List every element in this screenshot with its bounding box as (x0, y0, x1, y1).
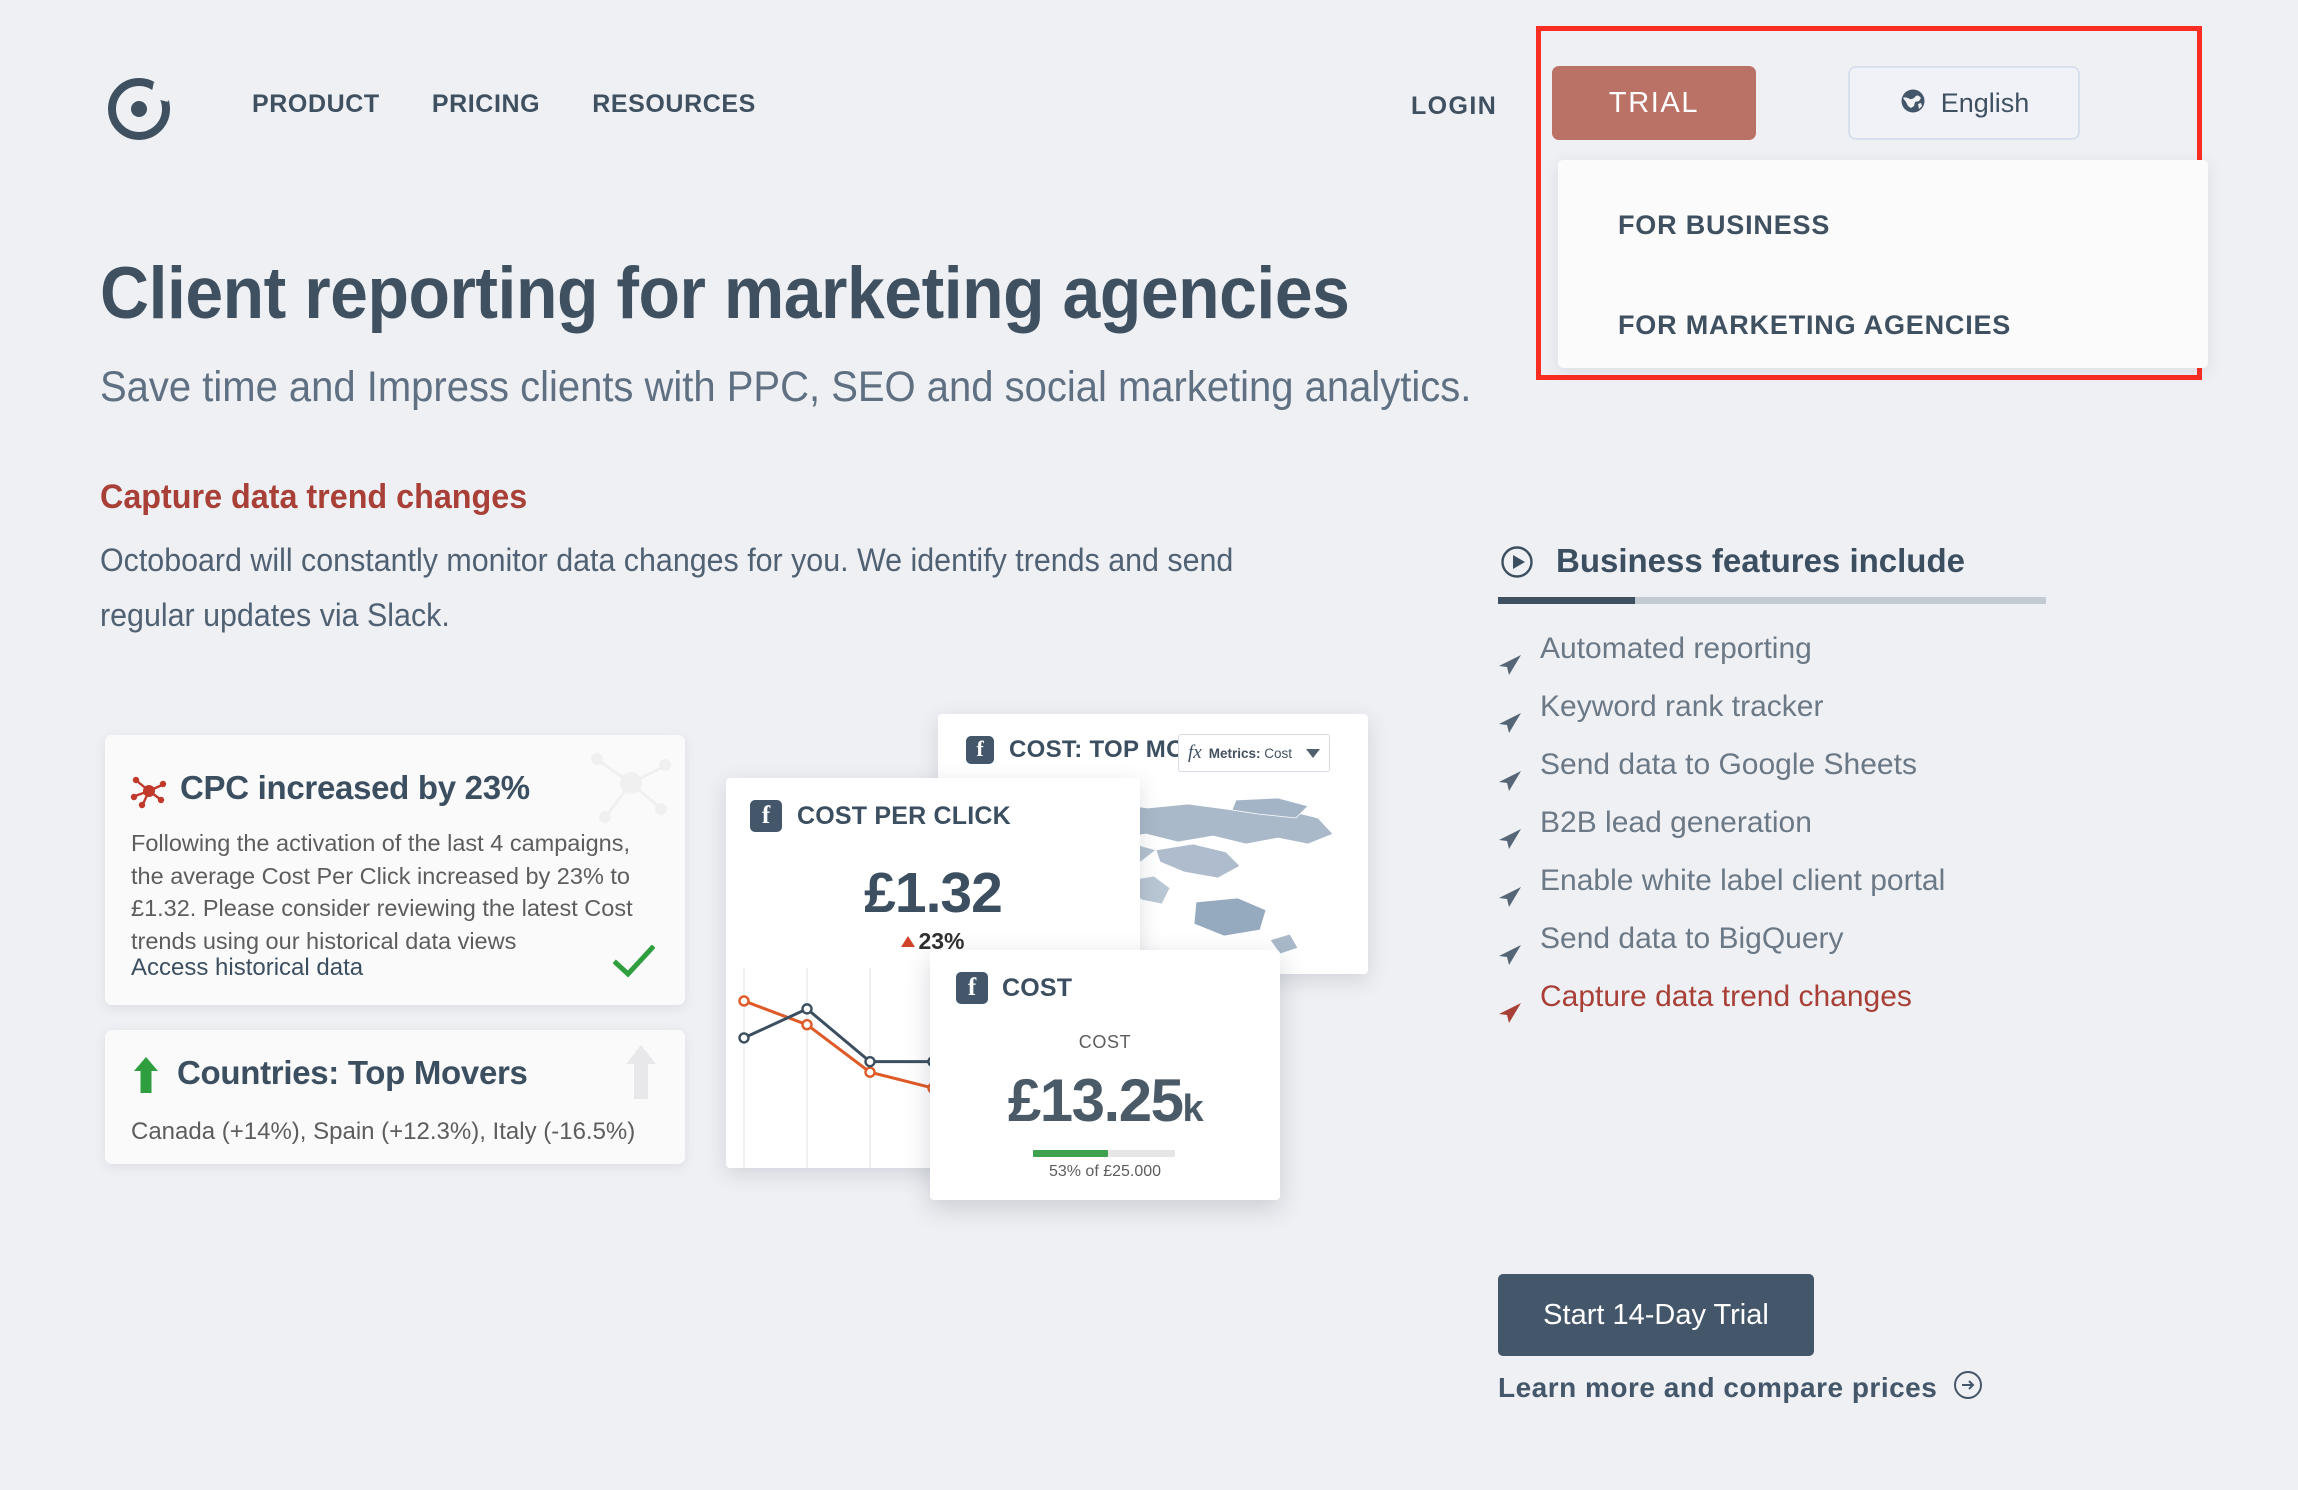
cost-value: £13.25k (930, 1066, 1280, 1135)
cpc-insight-card: CPC increased by 23% Following the activ… (105, 735, 685, 1005)
nav-item-pricing[interactable]: PRICING (432, 90, 540, 119)
cost-progress-track (1033, 1150, 1175, 1157)
metric-selector-dropdown[interactable]: fx Metrics: Cost (1178, 734, 1330, 772)
chevron-down-icon (1306, 748, 1320, 758)
feature-label: Automated reporting (1540, 632, 1812, 665)
feature-blurb-title: Capture data trend changes (100, 478, 528, 516)
up-arrow-icon (133, 1056, 159, 1094)
feature-label: Keyword rank tracker (1540, 690, 1824, 723)
side-panel-progress-fill (1498, 597, 1635, 604)
side-panel-progress-track (1498, 597, 2046, 604)
cpc-insight-body: Following the activation of the last 4 c… (131, 830, 633, 954)
countries-top-movers-card: Countries: Top Movers Canada (+14%), Spa… (105, 1030, 685, 1164)
language-label: English (1940, 87, 2030, 118)
language-selector[interactable]: English (1848, 66, 2080, 140)
feature-label: Send data to BigQuery (1540, 922, 1844, 955)
countries-card-body: Canada (+14%), Spain (+12.3%), Italy (-1… (131, 1118, 636, 1145)
check-icon (612, 944, 656, 979)
metric-selector-label: Metrics: Cost (1209, 746, 1292, 761)
feature-label: Capture data trend changes (1540, 980, 1912, 1013)
feature-blurb-body: Octoboard will constantly monitor data c… (100, 542, 1234, 633)
cost-widget: f COST COST £13.25k 53% of £25.000 (930, 950, 1280, 1200)
learn-more-label: Learn more and compare prices (1498, 1371, 1938, 1403)
cost-per-click-value: £1.32 (864, 861, 1003, 925)
business-features-list: Automated reporting Keyword rank tracker S… (1498, 620, 2118, 1026)
widget-header: f COST (956, 972, 1072, 1004)
feature-item[interactable]: Capture data trend changes (1498, 968, 2118, 1026)
primary-nav: PRODUCT PRICING RESOURCES (252, 90, 756, 119)
feature-item[interactable]: Keyword rank tracker (1498, 678, 2118, 736)
countries-card-title: Countries: Top Movers (177, 1054, 528, 1091)
feature-item[interactable]: B2B lead generation (1498, 794, 2118, 852)
cost-metric-label: COST (1078, 1032, 1132, 1052)
paper-plane-icon (1498, 812, 1522, 870)
page-title: Client reporting for marketing agencies (100, 253, 1350, 334)
feature-item[interactable]: Enable white label client portal (1498, 852, 2118, 910)
paper-plane-icon (1498, 986, 1522, 1044)
facebook-icon: f (966, 736, 994, 764)
widget-title: COST (1002, 973, 1073, 1002)
facebook-icon: f (750, 800, 782, 832)
feature-label: Enable white label client portal (1540, 864, 1946, 897)
dropdown-item-for-marketing-agencies[interactable]: FOR MARKETING AGENCIES (1618, 310, 2011, 341)
paper-plane-icon (1498, 870, 1522, 928)
cost-unit: k (1182, 1088, 1203, 1130)
function-icon: fx (1188, 742, 1202, 763)
paper-plane-icon (1498, 754, 1522, 812)
paper-plane-icon (1498, 928, 1522, 986)
feature-label: Send data to Google Sheets (1540, 748, 1917, 781)
paper-plane-icon (1498, 638, 1522, 696)
widget-title: COST PER CLICK (797, 801, 1011, 830)
trial-dropdown-menu: FOR BUSINESS FOR MARKETING AGENCIES (1558, 160, 2208, 368)
feature-item[interactable]: Send data to BigQuery (1498, 910, 2118, 968)
start-trial-button[interactable]: Start 14-Day Trial (1498, 1274, 1814, 1356)
molecule-decoration-icon (581, 743, 673, 829)
feature-item[interactable]: Automated reporting (1498, 620, 2118, 678)
up-arrow-decoration-icon (625, 1044, 657, 1100)
cost-progress-fill (1033, 1150, 1109, 1157)
feature-label: B2B lead generation (1540, 806, 1812, 839)
learn-more-link[interactable]: Learn more and compare prices (1498, 1370, 1983, 1405)
play-circle-icon (1500, 545, 1534, 579)
side-panel-title: Business features include (1556, 542, 1965, 579)
metric-selector-key: Metrics: (1208, 745, 1261, 761)
molecule-icon (129, 771, 169, 811)
arrow-right-circle-icon (1953, 1370, 1983, 1405)
cost-progress-label: 53% of £25.000 (1048, 1163, 1162, 1180)
nav-item-product[interactable]: PRODUCT (252, 90, 380, 119)
metric-selector-value: Cost (1264, 745, 1293, 761)
trial-button[interactable]: TRIAL (1552, 66, 1756, 140)
cost-amount: £13.25 (1007, 1067, 1184, 1134)
trend-up-icon (901, 936, 916, 947)
page-subtitle: Save time and Impress clients with PPC, … (100, 363, 1472, 411)
cpc-insight-title: CPC increased by 23% (180, 769, 530, 806)
login-link[interactable]: LOGIN (1411, 92, 1497, 121)
dropdown-item-for-business[interactable]: FOR BUSINESS (1618, 210, 1830, 241)
widget-header: f COST PER CLICK (750, 800, 1011, 832)
facebook-icon: f (956, 972, 988, 1004)
paper-plane-icon (1498, 696, 1522, 754)
landing-page: PRODUCT PRICING RESOURCES LOGIN TRIAL En… (0, 0, 2298, 1490)
nav-item-resources[interactable]: RESOURCES (592, 90, 756, 119)
octoboard-logo[interactable] (108, 78, 170, 140)
feature-item[interactable]: Send data to Google Sheets (1498, 736, 2118, 794)
access-historical-data-link[interactable]: Access historical data (131, 954, 363, 982)
globe-icon (1899, 87, 1927, 120)
